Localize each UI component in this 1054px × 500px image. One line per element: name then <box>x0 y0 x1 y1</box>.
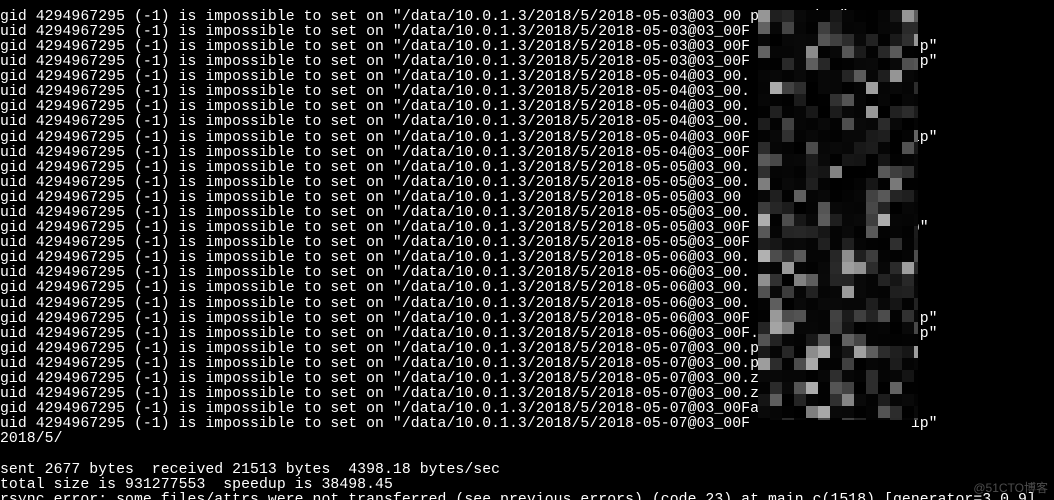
terminal-output: gid 4294967295 (-1) is impossible to set… <box>0 10 1054 500</box>
watermark-text: @51CTO博客 <box>973 479 1048 496</box>
